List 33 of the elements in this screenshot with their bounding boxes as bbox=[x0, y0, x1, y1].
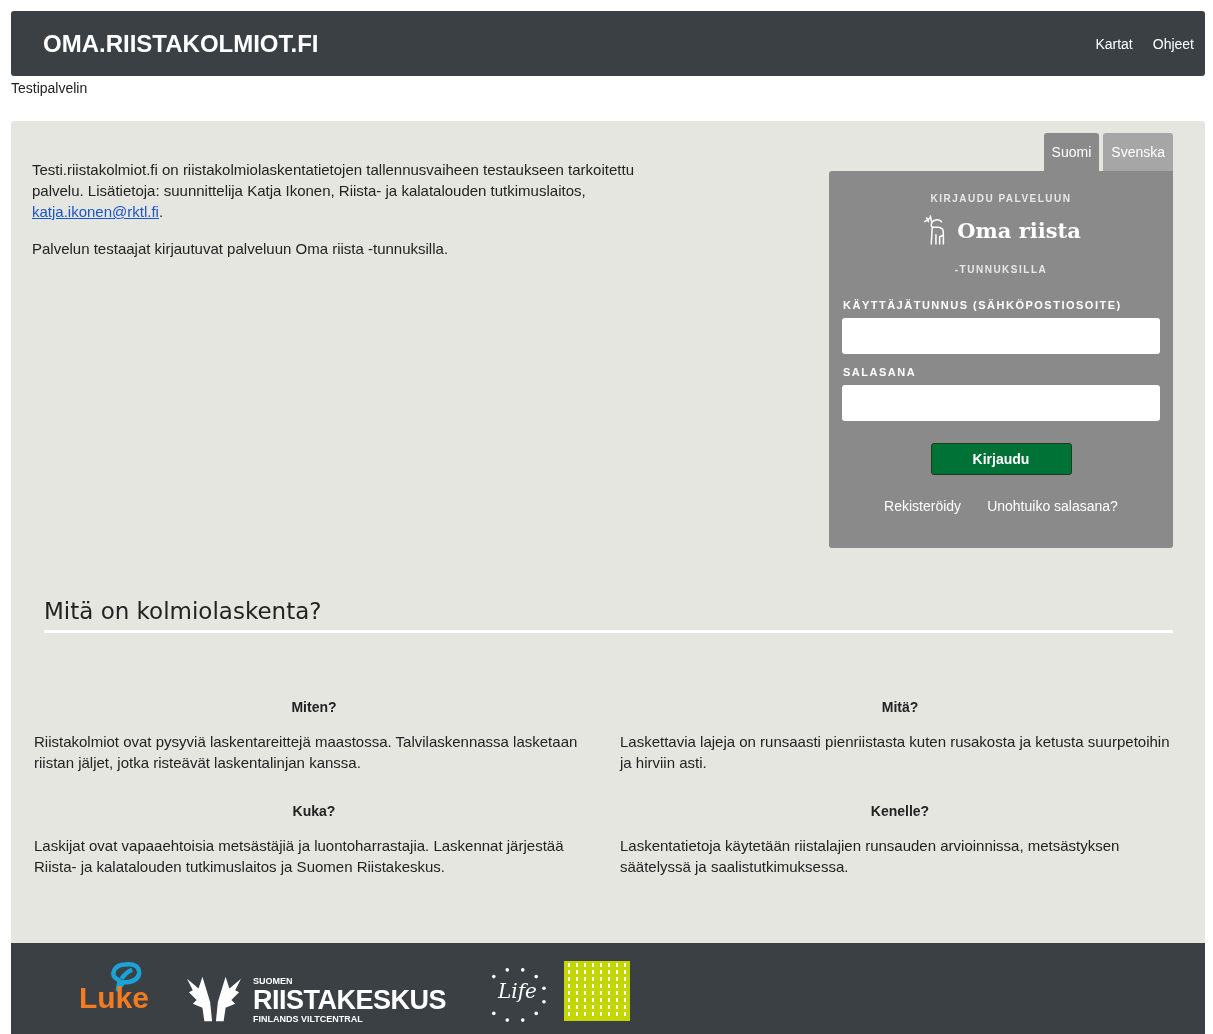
login-heading: KIRJAUDU PALVELUUN bbox=[929, 193, 1073, 204]
logo-text: SUOMEN bbox=[253, 976, 294, 986]
site-title[interactable]: OMA.RIISTAKOLMIOT.FI bbox=[43, 29, 319, 58]
brand-suffix: -TUNNUKSILLA bbox=[953, 264, 1049, 275]
login-link[interactable]: Unohtuiko salasana? bbox=[987, 498, 1118, 514]
intro-paragraph: Palvelun testaajat kirjautuvat palveluun Oma riista -tunnuksilla. bbox=[32, 239, 450, 259]
nav-link[interactable]: Kartat bbox=[1095, 35, 1133, 52]
login-link[interactable]: Rekisteröidy bbox=[884, 498, 962, 514]
brand-name: Oma riista bbox=[957, 217, 1081, 243]
logo-text: RIISTAKESKUS bbox=[253, 986, 447, 1014]
language-tab[interactable]: Suomi bbox=[1043, 133, 1100, 171]
nav-link[interactable]: Ohjeet bbox=[1152, 35, 1194, 52]
field-label: KÄYTTÄJÄTUNNUS (SÄHKÖPOSTIOSOITE) bbox=[843, 299, 1123, 311]
logo-text: Life bbox=[498, 979, 537, 1003]
intro-paragraph: Testi.riistakolmiot.fi on riistakolmiolaskentatietojen tallennusvaiheen testaukseen tarkoitettu palvelu. Lisätietoja: suunnittelija Katja Ikonen, Riista- ja kalatalouden tutkimuslaitos, katja.ikonen@rktl.fi. bbox=[32, 160, 635, 222]
info-text: Laskentatietoja käytetään riistalajien runsauden arvioinnissa, metsästyksen säätelyssä ja saalistutkimuksessa. bbox=[620, 836, 1121, 877]
pattern-logo-icon bbox=[564, 961, 631, 1021]
email-link[interactable]: katja.ikonen@rktl.fi bbox=[32, 203, 159, 220]
environment-label: Testipalvelin bbox=[11, 79, 89, 98]
section-title: Mitä on kolmiolaskenta? bbox=[44, 598, 1173, 633]
info-heading: Miten? bbox=[290, 699, 338, 715]
info-text: Riistakolmiot ovat pysyviä laskentareittejä maastossa. Talvilaskennassa lasketaan riistan jäljet, jotka risteävät laskentalinjan kanssa. bbox=[34, 732, 579, 773]
input-field[interactable] bbox=[842, 318, 1160, 354]
info-text: Laskijat ovat vapaaehtoisia metsästäjiä ja luontoharrastajia. Laskennat järjestää Riista- ja kalatalouden tutkimuslaitos ja Suomen Riistakeskus. bbox=[34, 836, 565, 877]
info-heading: Mitä? bbox=[880, 699, 920, 715]
info-heading: Kuka? bbox=[291, 803, 337, 819]
logo-text: FINLANDS VILTCENTRAL bbox=[253, 1014, 364, 1024]
field-label: SALASANA bbox=[843, 366, 918, 378]
logo-text: Luke bbox=[78, 983, 149, 1013]
login-button[interactable]: Kirjaudu bbox=[930, 443, 1072, 475]
info-heading: Kenelle? bbox=[869, 803, 931, 819]
info-text: Laskettavia lajeja on runsaasti pienriistasta kuten rusakosta ja ketusta suurpetoihin ja hirviin asti. bbox=[620, 732, 1171, 773]
input-field[interactable] bbox=[842, 385, 1160, 421]
